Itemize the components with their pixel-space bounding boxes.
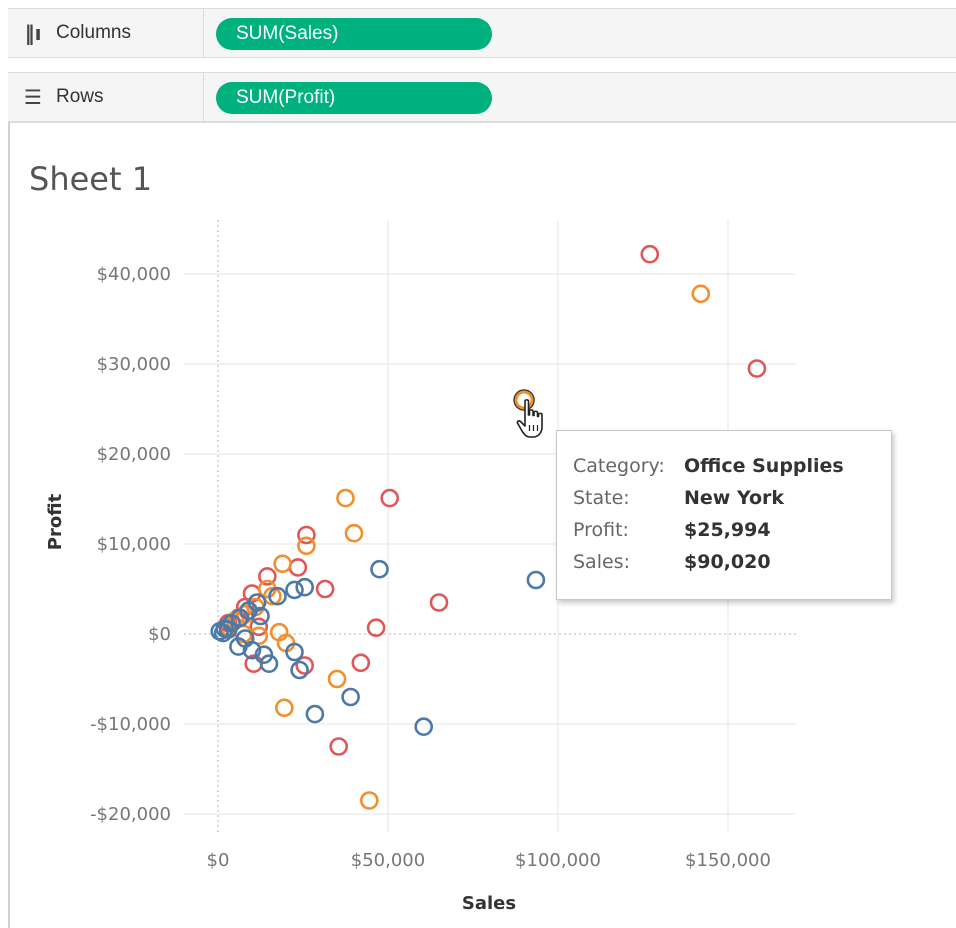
data-point bbox=[344, 523, 364, 543]
y-tick-label: $20,000 bbox=[97, 444, 171, 465]
data-point bbox=[295, 577, 315, 597]
x-tick-label: $0 bbox=[207, 850, 230, 871]
data-point bbox=[341, 687, 360, 707]
data-point bbox=[370, 559, 389, 579]
y-tick-label: -$10,000 bbox=[90, 714, 171, 735]
x-axis-title: Sales bbox=[462, 893, 516, 914]
y-tick-label: $30,000 bbox=[97, 354, 171, 375]
data-point bbox=[329, 737, 349, 756]
tooltip-row-sales: Sales: $90,020 bbox=[573, 551, 875, 583]
data-point bbox=[288, 558, 308, 577]
data-point bbox=[285, 580, 304, 600]
data-point bbox=[351, 653, 371, 673]
y-axis-title: Profit bbox=[45, 493, 66, 550]
y-tick-label: $0 bbox=[148, 624, 171, 645]
tooltip-key: State: bbox=[573, 487, 630, 509]
y-tick-label: $40,000 bbox=[97, 264, 171, 285]
y-tick-label: -$20,000 bbox=[90, 804, 171, 825]
data-point bbox=[526, 570, 546, 590]
tooltip-key: Profit: bbox=[573, 519, 629, 541]
tooltip-value: Office Supplies bbox=[684, 455, 844, 477]
data-point bbox=[640, 244, 660, 264]
y-axis-ticks: -$20,000 -$10,000 $0 $10,000 $20,000 $30,000 $… bbox=[90, 264, 171, 825]
data-point bbox=[380, 488, 400, 508]
data-point bbox=[274, 698, 294, 718]
mark-tooltip: Category: Office Supplies State: New Yor… bbox=[556, 430, 892, 600]
data-point bbox=[359, 791, 379, 810]
tooltip-key: Category: bbox=[573, 455, 665, 477]
tooltip-row-profit: Profit: $25,994 bbox=[573, 519, 875, 551]
data-point bbox=[327, 669, 347, 689]
tooltip-row-category: Category: Office Supplies bbox=[573, 455, 875, 487]
data-point bbox=[315, 579, 335, 599]
y-tick-label: $10,000 bbox=[97, 534, 171, 555]
data-point bbox=[336, 488, 355, 508]
data-point bbox=[366, 618, 386, 638]
data-point bbox=[297, 536, 316, 556]
tooltip-value: $90,020 bbox=[684, 551, 771, 573]
x-axis-ticks: $0 $50,000 $100,000 $150,000 bbox=[207, 850, 771, 871]
hand-cursor-icon bbox=[516, 399, 543, 438]
tooltip-value: New York bbox=[684, 487, 785, 509]
tooltip-value: $25,994 bbox=[684, 519, 771, 541]
data-point bbox=[414, 717, 434, 737]
data-point bbox=[273, 554, 292, 574]
data-point bbox=[747, 359, 767, 378]
x-tick-label: $100,000 bbox=[515, 850, 601, 871]
tooltip-row-state: State: New York bbox=[573, 487, 875, 519]
data-point bbox=[691, 284, 711, 304]
x-tick-label: $150,000 bbox=[685, 850, 771, 871]
data-point bbox=[429, 593, 449, 612]
tooltip-key: Sales: bbox=[573, 551, 630, 573]
data-point bbox=[305, 704, 325, 724]
x-tick-label: $50,000 bbox=[351, 850, 425, 871]
